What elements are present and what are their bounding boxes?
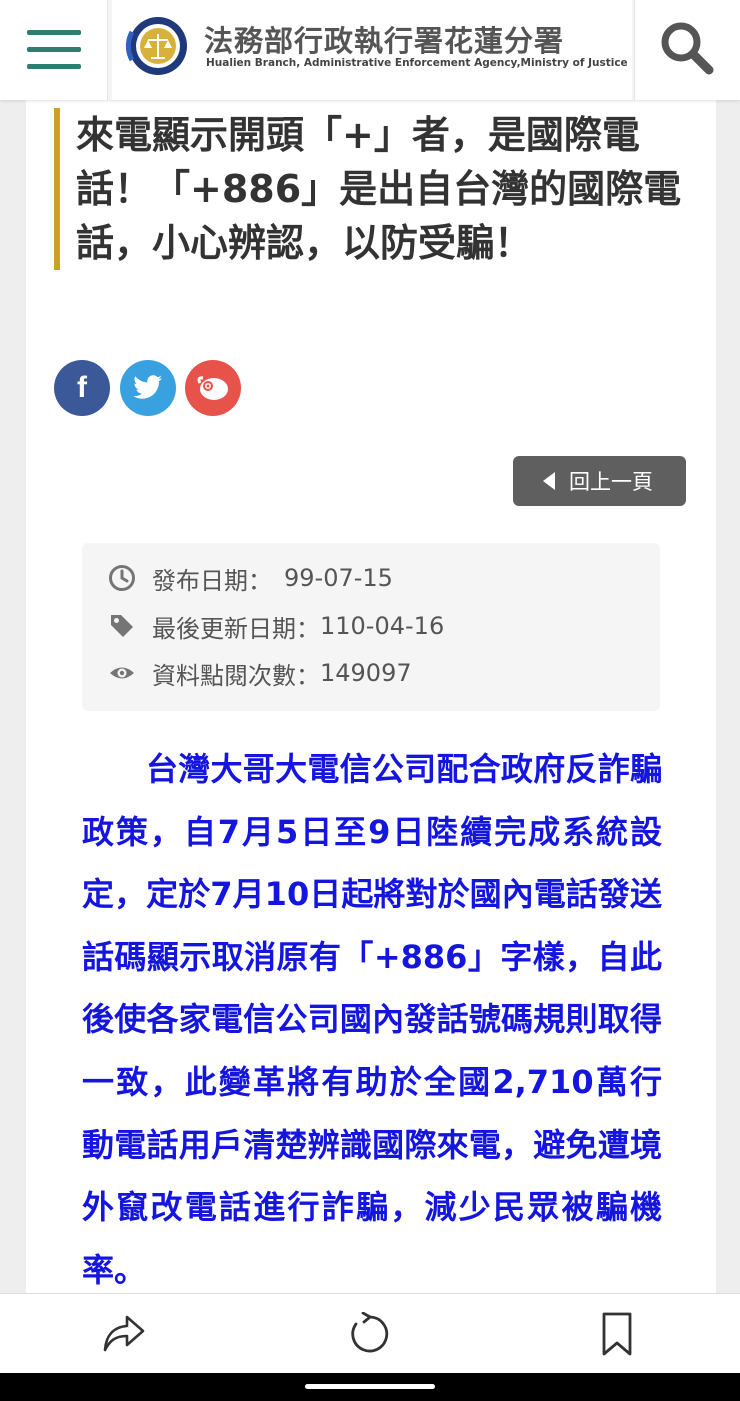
article-body: 台灣大哥大電信公司配合政府反詐騙政策，自7月5日至9日陸續完成系統設定，定於7月… (82, 750, 662, 1289)
twitter-icon (133, 375, 162, 399)
system-nav-bar (0, 1373, 740, 1401)
back-button[interactable]: 回上一頁 (513, 456, 686, 506)
view-count-row: 資料點閱次數： 149097 (108, 656, 412, 690)
logo-seal-icon (125, 17, 187, 75)
facebook-icon: f (77, 371, 87, 404)
tag-icon (108, 612, 136, 640)
view-count-value: 149097 (320, 659, 412, 687)
eye-icon (108, 659, 136, 687)
publish-date-label: 發布日期： (152, 566, 272, 595)
publish-date-value: 99-07-15 (284, 564, 393, 592)
browser-toolbar (0, 1293, 740, 1373)
bookmark-icon (602, 1312, 632, 1356)
view-count-label: 資料點閱次數： (152, 661, 320, 690)
share-icon (103, 1315, 145, 1352)
bookmark-button[interactable] (591, 1308, 643, 1360)
share-plurk-button[interactable] (185, 360, 241, 416)
updated-date-row: 最後更新日期： 110-04-16 (108, 609, 444, 643)
refresh-icon (351, 1312, 389, 1353)
site-name-zh: 法務部行政執行署花蓮分署 (204, 24, 565, 58)
back-arrow-icon (543, 472, 555, 490)
updated-date-label: 最後更新日期： (152, 614, 320, 643)
article-meta-box: 發布日期： 99-07-15 最後更新日期： 110-04-16 資料點閱次數：… (82, 543, 660, 711)
home-gesture-pill[interactable] (305, 1384, 435, 1389)
plurk-icon (197, 376, 228, 400)
publish-date-row: 發布日期： 99-07-15 (108, 561, 393, 595)
back-button-label: 回上一頁 (569, 470, 653, 494)
clock-icon (108, 564, 136, 592)
article-title-block: 來電顯示開頭「+」者，是國際電話！「+886」是出自台灣的國際電話，小心辨認，以… (54, 108, 694, 270)
menu-button[interactable] (0, 0, 108, 100)
site-brand-link[interactable]: 法務部行政執行署花蓮分署 Hualien Branch, Administrat… (112, 0, 632, 100)
refresh-button[interactable] (344, 1308, 396, 1360)
article-card: 來電顯示開頭「+」者，是國際電話！「+886」是出自台灣的國際電話，小心辨認，以… (26, 100, 716, 1300)
share-button[interactable] (98, 1308, 150, 1360)
site-name-en: Hualien Branch, Administrative Enforceme… (206, 57, 628, 69)
search-icon (661, 22, 714, 75)
app-screen: 法務部行政執行署花蓮分署 Hualien Branch, Administrat… (0, 0, 740, 1401)
updated-date-value: 110-04-16 (320, 612, 445, 640)
article-title: 來電顯示開頭「+」者，是國際電話！「+886」是出自台灣的國際電話，小心辨認，以… (76, 113, 682, 265)
share-twitter-button[interactable] (120, 360, 176, 416)
site-header: 法務部行政執行署花蓮分署 Hualien Branch, Administrat… (0, 0, 740, 100)
share-facebook-button[interactable]: f (54, 360, 110, 416)
search-button[interactable] (634, 0, 740, 100)
